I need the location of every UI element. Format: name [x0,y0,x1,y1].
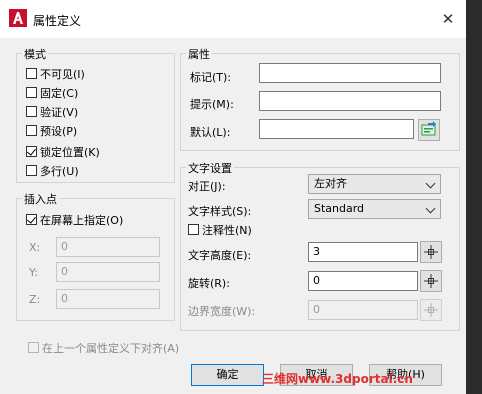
insert-field-icon [421,121,436,136]
invisible-checkbox-box [26,68,37,79]
mode-group-label: 模式 [22,46,48,62]
text-style-value: Standard [314,202,365,215]
rotation-input[interactable]: 0 [308,271,418,291]
align-below-label: 在上一个属性定义下对齐(A) [42,341,180,355]
checkmark-icon [27,214,36,224]
annotative-label: 注释性(N) [202,223,252,237]
invisible-checkbox[interactable]: 不可见(I) [26,66,85,81]
lock-position-checkbox-box [26,146,37,157]
watermark-text: 三维网www.3dportal.cn [262,372,413,386]
invisible-label: 不可见(I) [40,67,85,81]
text-height-label: 文字高度(E): [188,249,252,262]
z-label: Z: [29,293,41,306]
specify-on-screen-checkbox[interactable]: 在屏幕上指定(O) [26,212,123,227]
lock-position-checkbox[interactable]: 锁定位置(K) [26,144,100,159]
preset-checkbox-box [26,125,37,136]
lock-position-label: 锁定位置(K) [40,145,100,159]
chevron-down-icon [425,203,436,214]
crosshair-icon [424,274,438,288]
boundary-width-label: 边界宽度(W): [188,305,256,318]
insertion-point-group-label: 插入点 [22,191,59,207]
ok-button[interactable]: 确定 [191,364,264,386]
verify-checkbox-box [26,106,37,117]
constant-checkbox-box [26,87,37,98]
tag-label: 标记(T): [190,71,232,84]
pick-rotation-button[interactable] [420,270,442,292]
x-input[interactable]: 0 [56,237,160,257]
prompt-input[interactable] [259,91,441,111]
attribute-definition-dialog: 属性定义 ✕ 模式 不可见(I) 固定(C) 验证(V) 预设(P) 锁定位置(… [0,0,466,394]
multiline-checkbox[interactable]: 多行(U) [26,163,79,178]
rotation-label: 旋转(R): [188,277,230,290]
constant-checkbox[interactable]: 固定(C) [26,85,78,100]
justification-select[interactable]: 左对齐 [308,174,441,194]
preset-checkbox[interactable]: 预设(P) [26,123,77,138]
checkmark-icon [27,146,36,156]
default-input[interactable] [259,119,414,139]
multiline-label: 多行(U) [40,164,79,178]
multiline-checkbox-box [26,165,37,176]
y-label: Y: [29,266,38,279]
annotative-checkbox-box [188,224,199,235]
align-below-checkbox-box [28,342,39,353]
close-icon[interactable]: ✕ [434,5,462,33]
tag-input[interactable] [259,63,441,83]
pick-height-button[interactable] [420,241,442,263]
chevron-down-icon [425,178,436,189]
verify-checkbox[interactable]: 验证(V) [26,104,78,119]
title-bar: 属性定义 ✕ [0,0,466,38]
y-input[interactable]: 0 [56,262,160,282]
specify-on-screen-label: 在屏幕上指定(O) [40,213,124,227]
preset-label: 预设(P) [40,124,78,138]
specify-on-screen-checkbox-box [26,214,37,225]
text-style-label: 文字样式(S): [188,205,252,218]
justification-label: 对正(J): [188,180,226,193]
insert-field-button[interactable] [418,119,440,141]
text-style-select[interactable]: Standard [308,199,441,219]
text-height-input[interactable]: 3 [308,242,418,262]
x-label: X: [29,241,41,254]
align-below-checkbox[interactable]: 在上一个属性定义下对齐(A) [28,340,179,355]
crosshair-icon [424,303,438,317]
attribute-group-label: 属性 [186,46,212,62]
autocad-logo-icon [9,9,27,27]
prompt-label: 提示(M): [190,98,234,111]
default-label: 默认(L): [190,126,231,139]
window-title: 属性定义 [33,14,82,28]
annotative-checkbox[interactable]: 注释性(N) [188,222,252,237]
constant-label: 固定(C) [40,86,79,100]
boundary-width-input[interactable]: 0 [308,300,418,320]
crosshair-icon [424,245,438,259]
verify-label: 验证(V) [40,105,79,119]
text-settings-group-label: 文字设置 [186,160,234,176]
justification-value: 左对齐 [314,177,347,190]
pick-boundary-width-button[interactable] [420,299,442,321]
z-input[interactable]: 0 [56,289,160,309]
